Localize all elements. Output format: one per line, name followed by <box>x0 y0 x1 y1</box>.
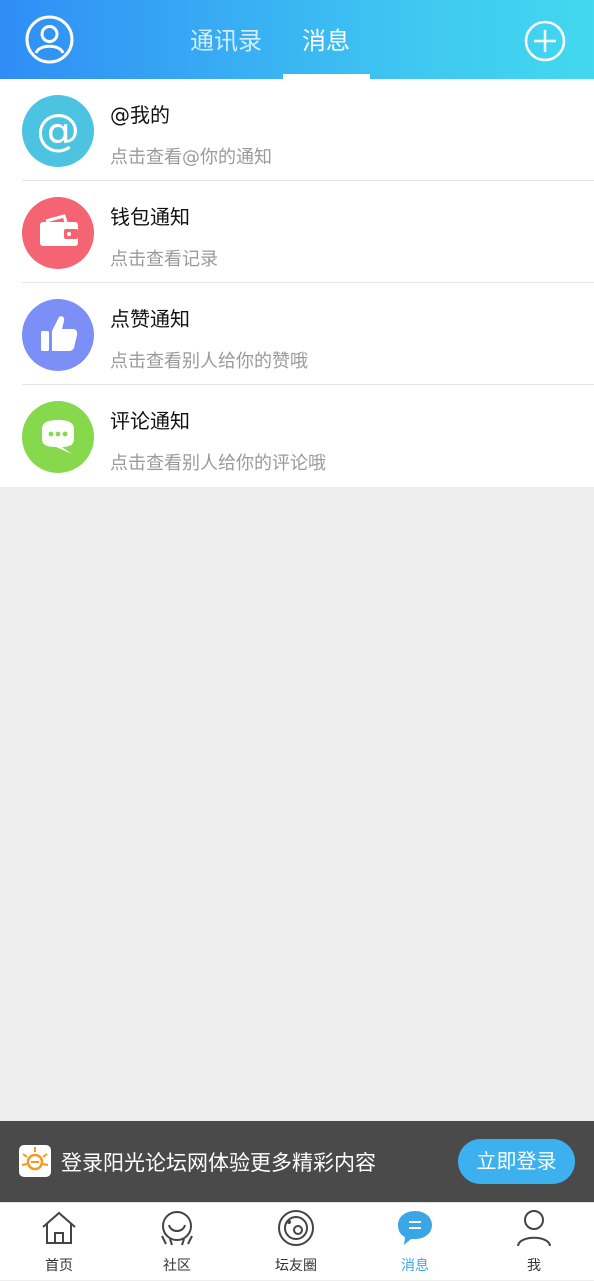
home-icon <box>42 1211 76 1244</box>
list-item-comments[interactable]: 评论通知 点击查看别人给你的评论哦 <box>0 385 594 487</box>
nav-community[interactable]: 社区 <box>118 1203 236 1281</box>
user-circle-icon <box>25 15 74 64</box>
svg-text:@: @ <box>36 105 80 156</box>
nav-label: 坛友圈 <box>275 1258 317 1274</box>
nav-label: 我 <box>527 1258 541 1274</box>
banner-text: 登录阳光论坛网体验更多精彩内容 <box>61 1151 376 1175</box>
tab-messages[interactable]: 消息 <box>296 24 356 58</box>
nav-home[interactable]: 首页 <box>0 1203 118 1281</box>
list-item-wallet[interactable]: 钱包通知 点击查看记录 <box>0 181 594 283</box>
notification-list: @ @我的 点击查看@你的通知 钱包通知 点击查看记录 点赞通知 点击查看别人给… <box>0 79 594 487</box>
nav-label: 首页 <box>45 1258 73 1274</box>
bottom-nav: 首页 社区 坛友圈 消息 我 <box>0 1202 594 1280</box>
item-title: 钱包通知 <box>110 205 190 229</box>
item-title: 点赞通知 <box>110 307 190 331</box>
item-subtitle: 点击查看别人给你的评论哦 <box>110 453 326 474</box>
list-item-mentions[interactable]: @ @我的 点击查看@你的通知 <box>0 79 594 181</box>
item-subtitle: 点击查看记录 <box>110 249 218 270</box>
nav-label: 消息 <box>401 1258 429 1274</box>
nav-label: 社区 <box>163 1258 191 1274</box>
user-avatar-button[interactable] <box>25 15 74 64</box>
sun-logo-icon <box>19 1145 51 1177</box>
login-now-button[interactable]: 立即登录 <box>458 1139 575 1184</box>
item-title: @我的 <box>110 103 170 127</box>
nav-me[interactable]: 我 <box>475 1203 593 1281</box>
at-icon: @ <box>22 95 94 167</box>
list-item-likes[interactable]: 点赞通知 点击查看别人给你的赞哦 <box>0 283 594 385</box>
message-bubble-icon <box>398 1211 432 1245</box>
person-icon <box>517 1210 551 1247</box>
circle-icon <box>278 1210 314 1246</box>
tab-contacts[interactable]: 通讯录 <box>188 24 264 58</box>
login-banner: 登录阳光论坛网体验更多精彩内容 立即登录 <box>0 1121 594 1202</box>
wallet-icon <box>22 197 94 269</box>
thumbs-up-icon <box>22 299 94 371</box>
community-icon <box>161 1211 193 1246</box>
item-title: 评论通知 <box>110 409 190 433</box>
plus-circle-icon <box>524 20 566 62</box>
top-header: 通讯录 消息 <box>0 0 594 79</box>
nav-messages[interactable]: 消息 <box>356 1203 474 1281</box>
item-subtitle: 点击查看@你的通知 <box>110 147 272 168</box>
nav-circle[interactable]: 坛友圈 <box>237 1203 355 1281</box>
comment-icon <box>22 401 94 473</box>
item-subtitle: 点击查看别人给你的赞哦 <box>110 351 308 372</box>
add-button[interactable] <box>524 20 566 62</box>
